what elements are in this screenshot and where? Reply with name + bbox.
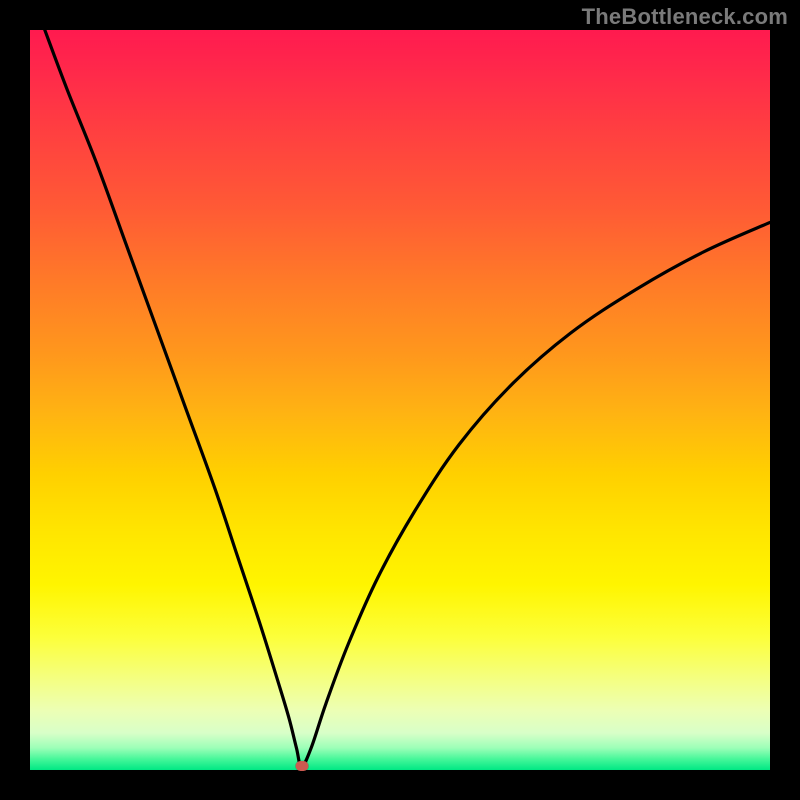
minimum-marker (295, 761, 308, 771)
chart-frame: TheBottleneck.com (0, 0, 800, 800)
curve-svg (30, 30, 770, 770)
watermark-text: TheBottleneck.com (582, 4, 788, 30)
bottleneck-curve (45, 30, 770, 766)
plot-area (30, 30, 770, 770)
